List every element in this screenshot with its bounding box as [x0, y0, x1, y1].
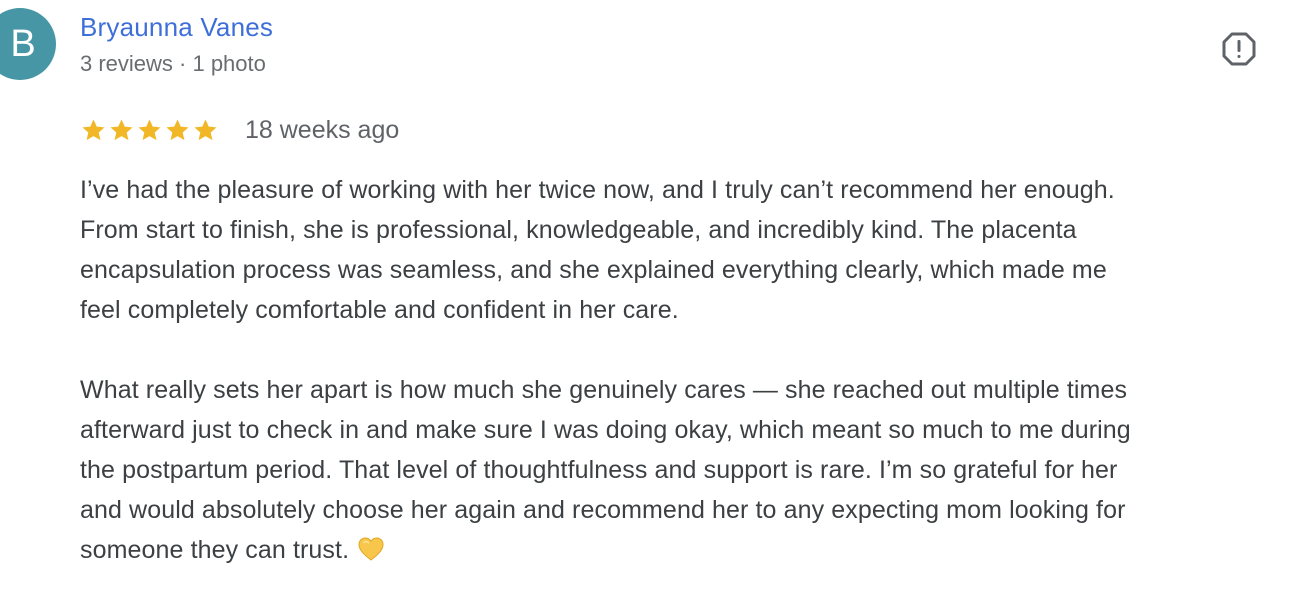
review-text: I’ve had the pleasure of working with he…: [80, 170, 1295, 570]
yellow-heart-icon: [358, 537, 384, 561]
star-icon: [82, 118, 105, 140]
review-line-last: someone they can trust.: [80, 530, 1295, 570]
review-line-text: someone they can trust.: [80, 536, 350, 564]
reviewer-name-link[interactable]: Bryaunna Vanes: [80, 10, 273, 44]
star-icon: [194, 118, 217, 140]
review-line: afterward just to check in and make sure…: [80, 416, 1131, 444]
review-date: 18 weeks ago: [245, 116, 400, 144]
star-icon: [138, 118, 161, 140]
review-line: feel completely comfortable and confiden…: [80, 296, 679, 324]
rating-row: 18 weeks ago: [80, 112, 399, 148]
review-paragraph-1: I’ve had the pleasure of working with he…: [80, 170, 1295, 330]
review-line: and would absolutely choose her again an…: [80, 496, 1126, 524]
star-rating: [80, 117, 219, 144]
review-line: From start to finish, she is professiona…: [80, 216, 1077, 244]
review-line: encapsulation process was seamless, and …: [80, 256, 1107, 284]
review-line: What really sets her apart is how much s…: [80, 376, 1128, 404]
review-card: B Bryaunna Vanes 3 reviews · 1 photo 18 …: [0, 0, 1300, 602]
star-icon: [110, 118, 133, 140]
review-paragraph-2: What really sets her apart is how much s…: [80, 370, 1295, 570]
review-line: I’ve had the pleasure of working with he…: [80, 176, 1115, 204]
star-icon: [166, 118, 189, 140]
review-line: the postpartum period. That level of tho…: [80, 456, 1118, 484]
reviewer-meta: 3 reviews · 1 photo: [80, 51, 266, 76]
avatar-letter: B: [10, 22, 36, 65]
report-review-button[interactable]: [1220, 30, 1258, 68]
avatar[interactable]: B: [0, 8, 56, 80]
report-flag-icon: [1222, 32, 1256, 66]
